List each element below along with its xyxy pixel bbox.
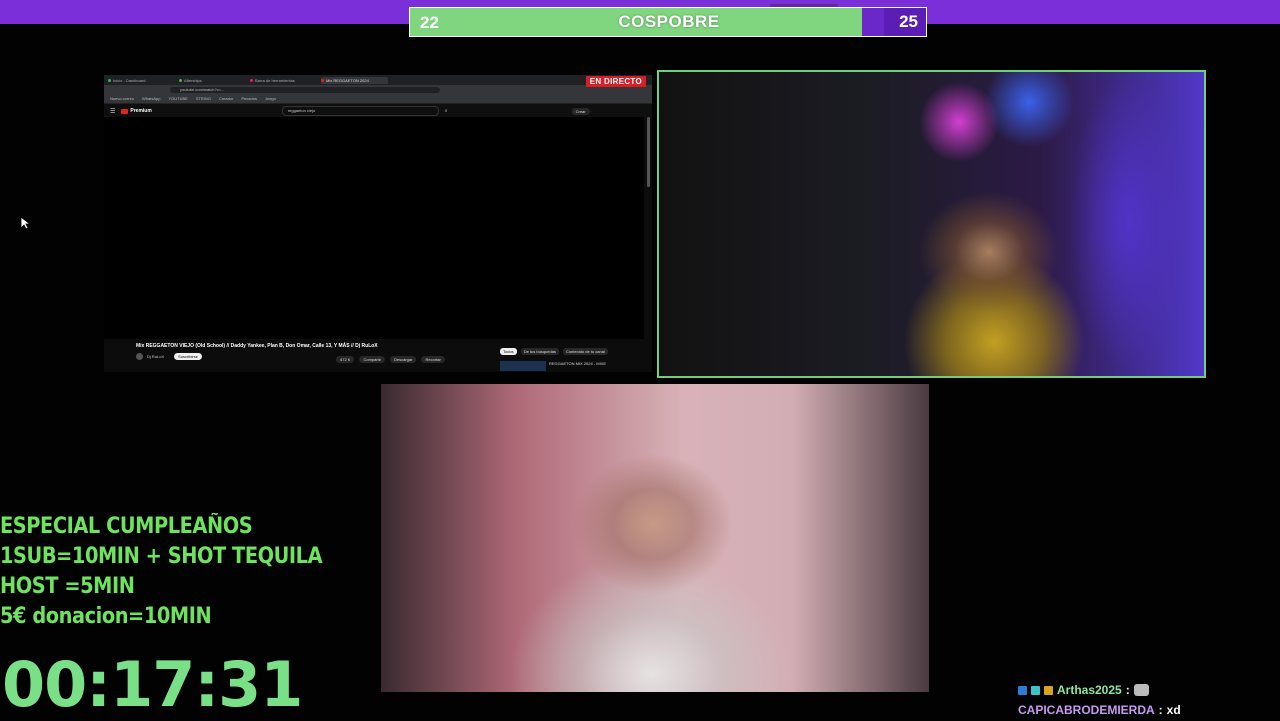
special-line: ESPECIAL CUMPLEAÑOS [0,514,253,539]
browser-tab-active[interactable]: Mix REGGAETON 2024 [321,76,388,84]
browser-tab[interactable]: Inicio - Dashboard [108,77,175,84]
share-button[interactable]: Compartir [359,356,386,363]
browser-tab[interactable]: Barra de herramientas [250,77,317,84]
score-widget: 22 COSPOBRE 25 [409,7,927,37]
score-title: COSPOBRE [618,12,720,31]
bookmarks-bar: Nuevo correo WhatsApp YOUTUBE STRING Cre… [104,94,652,104]
create-button[interactable]: Crear [571,107,590,115]
chat-overlay: Arthas2025 : CAPICABRODEMIERDA : xd [1018,680,1181,720]
chat-username: CAPICABRODEMIERDA [1018,703,1155,717]
special-line: HOST =5MIN [0,574,135,599]
chat-message: CAPICABRODEMIERDA : xd [1018,700,1181,720]
bookmark[interactable]: YOUTUBE [168,96,187,101]
cat-emote-icon [1133,684,1149,696]
channel-avatar[interactable] [136,353,143,360]
channel-name[interactable]: Dj RuLoX [147,354,164,359]
chip-searches[interactable]: De tus búsquedas [520,348,559,355]
bookmark[interactable]: Pecados [241,96,257,101]
chat-badge-icon [1018,685,1027,695]
download-button[interactable]: Descargar [390,356,417,363]
chip-all[interactable]: Todos [500,348,517,355]
scrollbar[interactable] [647,117,650,187]
chat-separator: : [1158,703,1163,717]
webcam-bottom [381,384,929,692]
special-line: 5€ donacion=10MIN [0,604,212,629]
chip-channel[interactable]: Contenido de tu canal [562,348,608,355]
birthday-special-text: ESPECIAL CUMPLEAÑOS 1SUB=10MIN + SHOT TE… [0,512,323,632]
side-video[interactable]: REGGAETON MIX 2024 - MIXE [500,361,609,371]
side-thumbnail [500,361,546,371]
menu-icon[interactable]: ☰ [110,108,115,115]
countdown-timer: 00:17:31 [2,648,303,721]
score-bar-right: 25 [862,8,926,36]
side-video-title: REGGAETON MIX 2024 - MIXE [549,361,607,366]
bookmark[interactable]: WhatsApp [142,96,160,101]
score-bar-left: 22 COSPOBRE [410,8,862,36]
video-player[interactable] [104,117,644,339]
chat-badge-icon [1044,685,1053,695]
chat-text: xd [1166,703,1181,717]
filter-chips: Todos De tus búsquedas Contenido de tu c… [500,348,608,355]
chat-message: Arthas2025 : [1018,680,1181,700]
youtube-header: ☰ Premium reggaeton viejo ⌕ Crear [104,104,652,118]
chat-username: Arthas2025 [1057,683,1122,697]
search-icon[interactable]: ⌕ [445,108,448,114]
url-field[interactable]: youtube.com/watch?v=... [170,86,440,93]
bookmark[interactable]: Creador [219,96,233,101]
like-button[interactable]: 472 K [336,356,355,363]
mouse-cursor-icon [20,216,30,230]
chat-badge-icon [1031,685,1040,695]
bookmark[interactable]: Nuevo correo [110,96,134,101]
browser-address-bar: youtube.com/watch?v=... [104,85,652,94]
bookmark[interactable]: Juego [265,96,276,101]
browser-tab-strip: Inicio - Dashboard Afterships Barra de h… [104,75,652,87]
score-right: 25 [899,12,918,31]
special-line: 1SUB=10MIN + SHOT TEQUILA [0,544,323,569]
clip-button[interactable]: Recortar [421,356,445,363]
bookmark[interactable]: STRING [196,96,211,101]
video-title: Mix REGGAETON VIEJO (Old School) // Dadd… [136,343,378,349]
browser-capture: Inicio - Dashboard Afterships Barra de h… [104,75,652,372]
browser-tab[interactable]: Afterships [179,77,246,84]
video-actions: 472 K Compartir Descargar Recortar [336,356,445,363]
youtube-play-icon [121,108,129,114]
youtube-search-input[interactable]: reggaeton viejo [281,106,439,116]
webcam-right [657,70,1206,378]
live-badge: EN DIRECTO [585,76,646,87]
subscribe-button[interactable]: Suscribirse [174,353,202,360]
score-left: 22 [420,13,439,32]
youtube-logo[interactable]: Premium [121,108,152,114]
chat-separator: : [1125,683,1130,697]
